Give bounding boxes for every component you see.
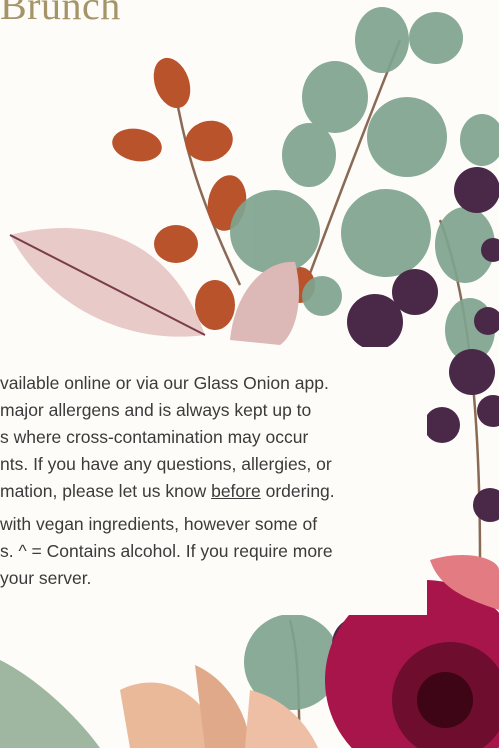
info-line: mation, please let us know before orderi… xyxy=(0,478,335,505)
allergen-info-card: vailable online or via our Glass Onion a… xyxy=(0,347,427,615)
info-line: your server. xyxy=(0,568,92,588)
info-line: nts. If you have any questions, allergie… xyxy=(0,454,332,474)
info-line: s. ^ = Contains alcohol. If you require … xyxy=(0,541,333,561)
info-line: vailable online or via our Glass Onion a… xyxy=(0,373,329,393)
allergen-paragraph: vailable online or via our Glass Onion a… xyxy=(0,370,335,505)
menu-title: Brunch xyxy=(0,0,121,28)
menu-page: Brunch vailable online or via our Glass … xyxy=(0,0,499,748)
info-line-start: mation, please let us know xyxy=(0,481,212,501)
info-line: s where cross-contamination may occur xyxy=(0,427,309,447)
before-emphasis: before xyxy=(211,481,261,501)
info-line: with vegan ingredients, however some of xyxy=(0,514,318,534)
vegan-alcohol-paragraph: with vegan ingredients, however some of … xyxy=(0,511,333,592)
info-line: major allergens and is always kept up to xyxy=(0,400,312,420)
info-line-end: ordering. xyxy=(260,481,335,501)
